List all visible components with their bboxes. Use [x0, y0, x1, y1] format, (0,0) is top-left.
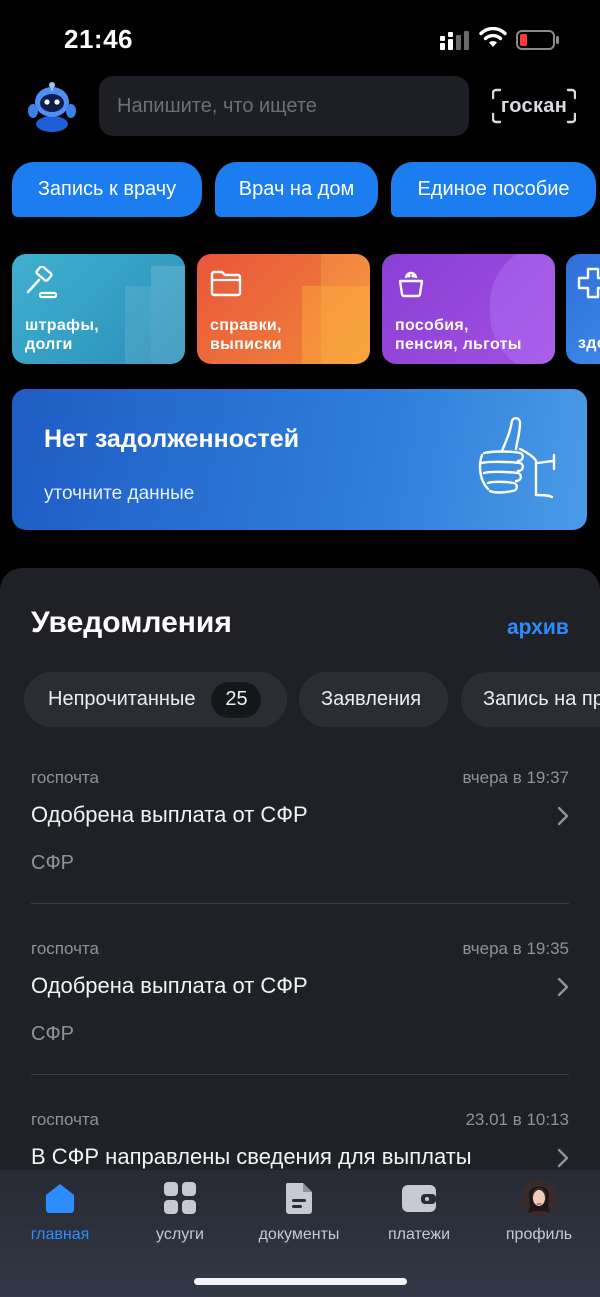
filter-label: Заявления: [321, 688, 422, 710]
folder-icon: [210, 270, 242, 297]
chevron-right-icon: [557, 1148, 569, 1168]
filter-unread[interactable]: Непрочитанные 25: [24, 672, 287, 727]
tile-label: пособия, пенсия, льготы: [395, 317, 522, 353]
tile-health[interactable]: здоровье: [566, 254, 600, 364]
notification-item[interactable]: госпочта вчера в 19:37 Одобрена выплата …: [31, 768, 569, 918]
filter-applications[interactable]: Заявления: [299, 672, 448, 727]
no-debts-banner[interactable]: Нет задолженностей уточните данные: [12, 389, 587, 530]
tab-label: профиль: [505, 1226, 573, 1243]
notification-time: вчера в 19:35: [462, 939, 569, 958]
tile-benefits-pension[interactable]: пособия, пенсия, льготы: [382, 254, 555, 364]
chip-doctor-home-visit[interactable]: Врач на дом: [215, 162, 378, 217]
tile-decoration: [151, 266, 185, 364]
tab-label: услуги: [156, 1226, 204, 1243]
chevron-right-icon: [557, 977, 569, 997]
unread-count-badge: 25: [211, 681, 262, 718]
tile-label: справки, выписки: [210, 317, 282, 353]
notification-title: Одобрена выплата от СФР: [31, 973, 308, 998]
tile-label: штрафы, долги: [25, 317, 100, 353]
notification-org: СФР: [31, 852, 74, 874]
notification-source: госпочта: [31, 1110, 99, 1129]
chip-doctor-appointment[interactable]: Запись к врачу: [12, 162, 202, 217]
tab-profile[interactable]: профиль: [484, 1180, 594, 1250]
tab-label: платежи: [387, 1226, 451, 1243]
gavel-icon: [26, 266, 58, 299]
avatar: [521, 1180, 557, 1216]
status-time: 21:46: [64, 24, 133, 54]
wallet-icon: [402, 1185, 436, 1212]
services-grid-icon: [164, 1182, 196, 1214]
tab-services[interactable]: услуги: [125, 1180, 235, 1250]
assistant-robot-icon[interactable]: [24, 78, 80, 134]
divider: [31, 903, 569, 904]
notification-item[interactable]: госпочта вчера в 19:35 Одобрена выплата …: [31, 939, 569, 1089]
search-input[interactable]: [99, 76, 469, 136]
filter-label: Непрочитанные: [48, 688, 196, 710]
home-indicator: [194, 1278, 407, 1285]
divider: [31, 1074, 569, 1075]
chip-unified-allowance[interactable]: Единое пособие: [391, 162, 596, 217]
document-icon: [285, 1183, 312, 1214]
chevron-right-icon: [557, 806, 569, 826]
goscan-button[interactable]: госкан: [492, 88, 576, 124]
notification-title: Одобрена выплата от СФР: [31, 802, 308, 827]
notification-source: госпочта: [31, 768, 99, 787]
notification-org: СФР: [31, 1023, 74, 1045]
tab-payments[interactable]: платежи: [364, 1180, 474, 1250]
notification-source: госпочта: [31, 939, 99, 958]
archive-link[interactable]: архив: [507, 616, 569, 640]
purse-icon: [398, 271, 424, 298]
tab-home[interactable]: главная: [5, 1180, 115, 1250]
search-bar[interactable]: [99, 76, 469, 136]
tab-documents[interactable]: документы: [244, 1180, 354, 1250]
notification-time: вчера в 19:37: [462, 768, 569, 787]
tile-decoration: [125, 286, 151, 364]
battery-icon: [516, 30, 559, 50]
tab-label: главная: [30, 1226, 90, 1243]
notification-time: 23.01 в 10:13: [465, 1110, 569, 1129]
home-icon: [46, 1184, 74, 1213]
tile-fines-debts[interactable]: штрафы, долги: [12, 254, 185, 364]
tile-certificates[interactable]: справки, выписки: [197, 254, 370, 364]
thumbs-up-icon: [478, 417, 556, 499]
banner-subtitle: уточните данные: [44, 483, 195, 504]
notifications-title: Уведомления: [31, 606, 232, 639]
filter-appointments[interactable]: Запись на прием: [461, 672, 600, 727]
notification-title: В СФР направлены сведения для выплаты: [31, 1144, 472, 1169]
tab-label: документы: [258, 1226, 340, 1243]
tile-decoration: [302, 286, 370, 364]
goscan-label: госкан: [500, 94, 568, 117]
tile-label: здоровье: [578, 335, 600, 352]
cellular-signal-icon: [440, 31, 469, 50]
status-bar: 21:46: [0, 0, 600, 80]
plus-icon: [577, 267, 600, 299]
wifi-icon: [479, 27, 507, 47]
filter-label: Запись на прием: [483, 688, 600, 710]
banner-title: Нет задолженностей: [44, 425, 300, 453]
